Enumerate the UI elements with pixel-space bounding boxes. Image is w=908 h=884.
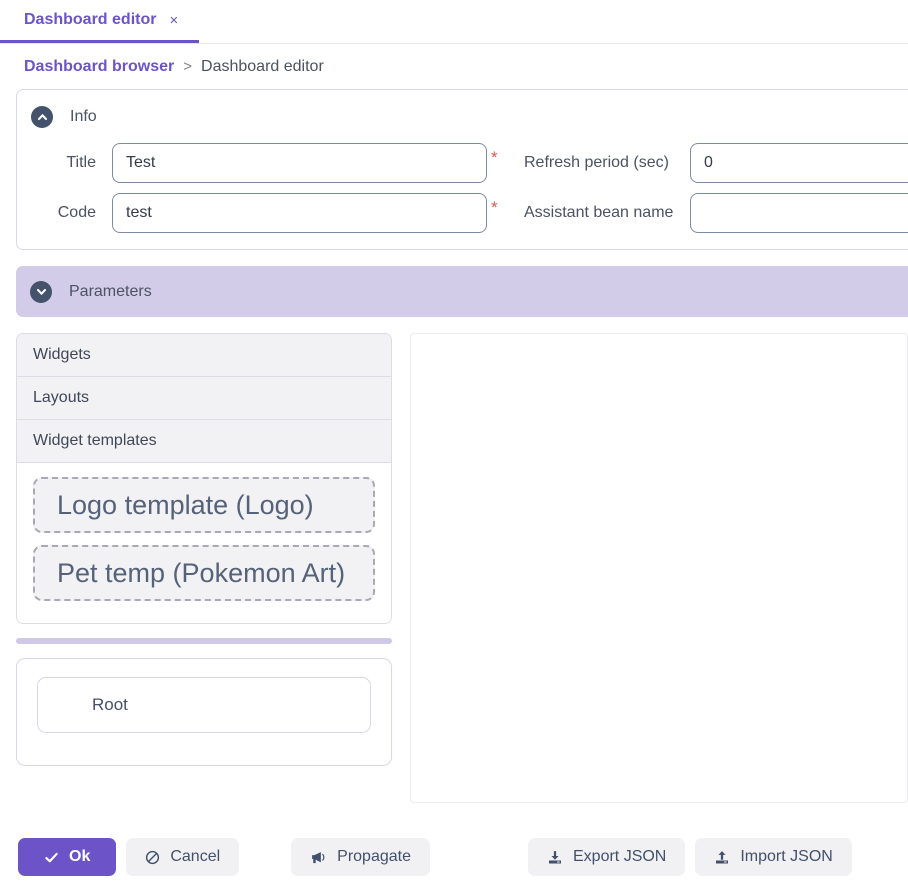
accordion-label-widgets: Widgets [33,346,91,363]
bullhorn-icon [310,850,327,865]
breadcrumb-separator-icon: > [183,58,193,75]
refresh-period-label: Refresh period (sec) [524,154,669,171]
tree-node-label: Root [92,695,128,714]
close-icon[interactable]: × [166,11,181,30]
widget-templates-list: Logo template (Logo) Pet temp (Pokemon A… [17,463,391,623]
breadcrumb-current: Dashboard editor [201,57,324,75]
cancel-button-label: Cancel [170,848,221,865]
tree-node-root[interactable]: Root [37,677,371,733]
propagate-button[interactable]: Propagate [291,838,430,876]
tab-dashboard-editor[interactable]: Dashboard editor × [0,0,200,43]
export-json-button[interactable]: Export JSON [528,838,686,876]
palette-column: Widgets Layouts Widget templates Logo te… [16,333,392,803]
title-label: Title [66,154,96,171]
breadcrumb-link-dashboard-browser[interactable]: Dashboard browser [24,58,174,76]
panel-splitter[interactable] [16,638,392,644]
info-form: Title * Refresh period (sec) Code * Assi… [17,143,908,233]
code-input[interactable] [112,193,487,233]
import-json-button[interactable]: Import JSON [695,838,852,876]
assistant-bean-name-label: Assistant bean name [524,204,674,221]
chevron-down-circle-icon[interactable] [30,280,52,303]
accordion-header-widget-templates[interactable]: Widget templates [17,420,391,463]
widget-template-label: Logo template (Logo) [57,489,314,520]
parameters-panel[interactable]: Parameters [16,266,908,317]
title-required-marker: * [491,148,498,167]
breadcrumb: Dashboard browser > Dashboard editor [0,44,908,89]
tab-label: Dashboard editor [24,11,157,28]
widget-template-label: Pet temp (Pokemon Art) [57,557,346,588]
propagate-button-label: Propagate [337,848,411,865]
ok-button-label: Ok [69,848,91,865]
info-section-title: Info [70,108,97,125]
code-label: Code [57,204,96,221]
work-area: Widgets Layouts Widget templates Logo te… [16,333,908,803]
widget-template-item[interactable]: Logo template (Logo) [33,477,375,533]
title-input[interactable] [112,143,487,183]
dashboard-tree-panel: Root [16,658,392,766]
ban-icon [145,850,160,865]
page-body: Info Title * Refresh period (sec) Code *… [0,89,908,803]
footer-toolbar: Ok Cancel Propagate Export JSON Import J… [0,830,908,884]
info-panel: Info Title * Refresh period (sec) Code *… [16,89,908,250]
assistant-bean-name-input[interactable] [690,193,908,233]
cancel-button[interactable]: Cancel [126,838,240,876]
tab-strip: Dashboard editor × [0,0,908,44]
palette-accordion: Widgets Layouts Widget templates Logo te… [16,333,392,624]
accordion-label-widget-templates: Widget templates [33,432,157,449]
accordion-header-widgets[interactable]: Widgets [17,334,391,377]
check-icon [44,850,59,865]
accordion-header-layouts[interactable]: Layouts [17,377,391,420]
widget-template-item[interactable]: Pet temp (Pokemon Art) [33,545,375,601]
chevron-up-circle-icon[interactable] [31,106,53,128]
dashboard-canvas[interactable] [410,333,908,803]
download-icon [547,850,563,865]
refresh-period-input[interactable] [690,143,908,183]
export-json-button-label: Export JSON [573,848,667,865]
parameters-section-title: Parameters [69,282,152,300]
import-json-button-label: Import JSON [740,848,833,865]
code-required-marker: * [491,198,498,217]
upload-icon [714,850,730,865]
parameters-section-header[interactable]: Parameters [16,275,152,309]
info-section-header[interactable]: Info [17,100,908,134]
ok-button[interactable]: Ok [18,838,117,876]
accordion-label-layouts: Layouts [33,389,90,406]
